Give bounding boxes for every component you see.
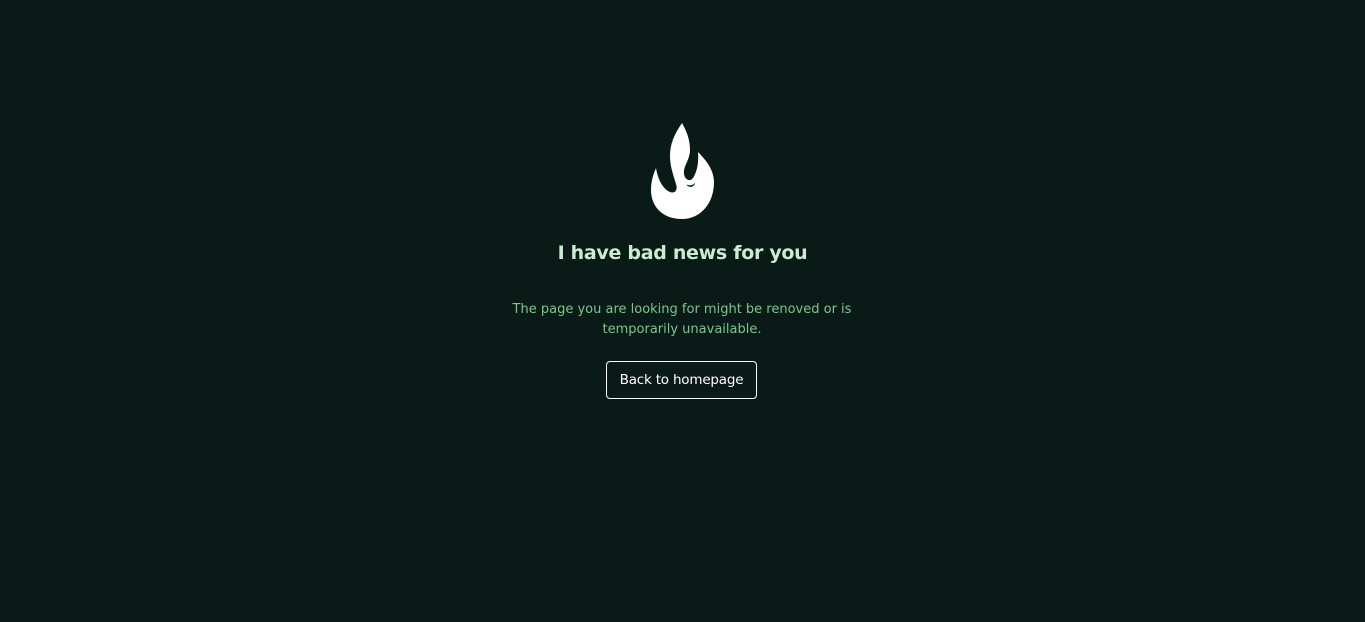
error-page: I have bad news for you The page you are… (0, 0, 1365, 622)
page-title: I have bad news for you (557, 241, 808, 264)
back-to-homepage-button[interactable]: Back to homepage (606, 361, 757, 399)
flame-logo-icon (648, 122, 716, 220)
error-message: The page you are looking for might be re… (512, 302, 852, 337)
